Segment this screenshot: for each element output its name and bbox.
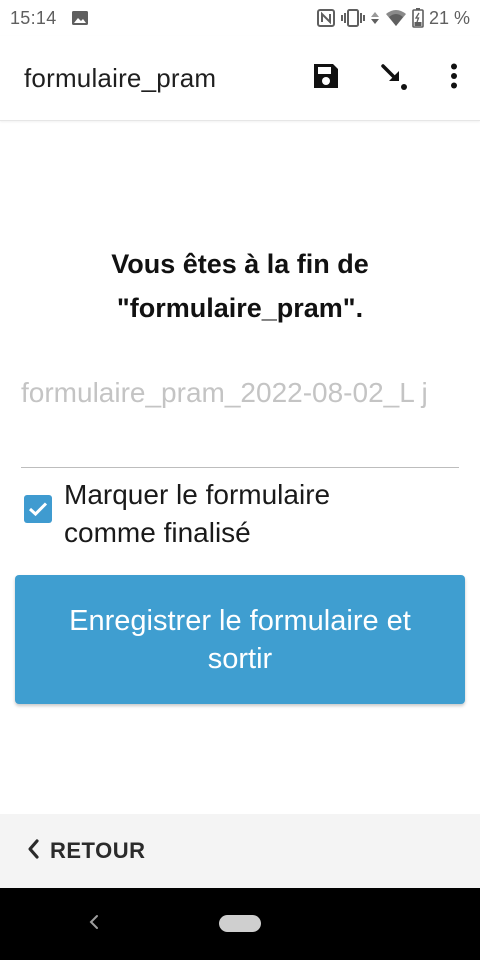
jump-icon bbox=[379, 61, 409, 96]
battery-percent: 21 % bbox=[428, 7, 470, 28]
status-bar: 15:14 21 % bbox=[0, 0, 480, 36]
bottom-navigation: RETOUR bbox=[0, 814, 480, 888]
save-icon bbox=[311, 61, 341, 96]
finalize-checkbox[interactable] bbox=[24, 495, 52, 523]
system-back-button[interactable] bbox=[80, 910, 108, 938]
instance-name-field: formulaire_pram_2022-08-02_L j bbox=[21, 374, 459, 468]
instance-name-input[interactable]: formulaire_pram_2022-08-02_L j bbox=[21, 374, 459, 456]
save-and-exit-button[interactable]: Enregistrer le formulaire et sortir bbox=[15, 575, 465, 704]
data-arrows-icon bbox=[370, 10, 380, 26]
status-bar-right: 21 % bbox=[316, 8, 470, 29]
status-bar-left: 15:14 bbox=[10, 8, 89, 29]
system-home-pill[interactable] bbox=[219, 915, 261, 932]
screen: 15:14 21 % formulaire_pram Vous êtes à l… bbox=[0, 0, 480, 960]
more-vert-icon bbox=[450, 63, 458, 94]
form-end-heading: Vous êtes à la fin de "formulaire_pram". bbox=[111, 249, 369, 323]
wifi-icon bbox=[385, 9, 407, 27]
chevron-left-icon bbox=[26, 838, 40, 865]
image-icon bbox=[71, 9, 89, 27]
save-form-button[interactable] bbox=[292, 48, 360, 108]
app-bar-actions bbox=[292, 48, 480, 108]
finalize-option: Marquer le formulaire comme finalisé bbox=[24, 476, 464, 552]
jump-to-question-button[interactable] bbox=[360, 48, 428, 108]
back-button[interactable]: RETOUR bbox=[22, 828, 150, 875]
checkmark-icon bbox=[28, 502, 48, 517]
finalize-label[interactable]: Marquer le formulaire comme finalisé bbox=[64, 476, 424, 552]
nfc-icon bbox=[316, 8, 336, 28]
status-time: 15:14 bbox=[10, 7, 57, 28]
page-title: formulaire_pram bbox=[24, 62, 217, 93]
battery-icon bbox=[412, 8, 424, 28]
system-navigation-bar bbox=[0, 888, 480, 960]
system-back-icon bbox=[88, 913, 100, 936]
more-options-button[interactable] bbox=[428, 48, 480, 108]
vibrate-icon bbox=[340, 8, 365, 28]
app-bar: formulaire_pram bbox=[0, 36, 480, 121]
back-button-label: RETOUR bbox=[50, 838, 146, 863]
